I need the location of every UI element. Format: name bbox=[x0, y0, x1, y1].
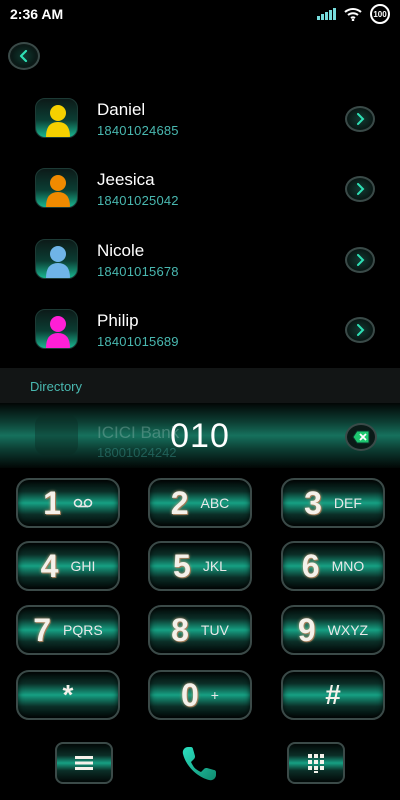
back-icon bbox=[19, 50, 28, 62]
menu-button[interactable] bbox=[55, 742, 113, 784]
key-2[interactable]: 2 ABC bbox=[148, 478, 252, 528]
key-letters: JKL bbox=[202, 558, 227, 574]
key-letters: ABC bbox=[200, 495, 230, 511]
chevron-right-icon bbox=[357, 254, 365, 266]
key-letters: TUV bbox=[200, 622, 229, 638]
contact-name: Nicole bbox=[97, 241, 145, 260]
key-4[interactable]: 4 GHI bbox=[16, 541, 120, 591]
contact-detail-button[interactable] bbox=[345, 317, 375, 343]
contact-name: Jeesica bbox=[97, 170, 155, 189]
key-letters: + bbox=[210, 687, 219, 703]
wifi-icon bbox=[344, 8, 362, 21]
key-digit: 0 bbox=[181, 676, 199, 713]
key-digit: 8 bbox=[171, 611, 189, 648]
key-7[interactable]: 7 PQRS bbox=[16, 605, 120, 655]
person-icon bbox=[46, 316, 70, 348]
key-hash[interactable]: # bbox=[281, 670, 385, 720]
key-letters: PQRS bbox=[63, 622, 103, 638]
key-6[interactable]: 6 MNO bbox=[281, 541, 385, 591]
voicemail-icon bbox=[73, 498, 93, 508]
key-letters: GHI bbox=[70, 558, 96, 574]
status-bar: 2:36 AM 100 bbox=[0, 0, 400, 28]
contact-name: Daniel bbox=[97, 100, 146, 119]
key-9[interactable]: 9 WXYZ bbox=[281, 605, 385, 655]
key-digit: 9 bbox=[297, 611, 316, 648]
call-button[interactable] bbox=[175, 740, 223, 788]
key-0[interactable]: 0 + bbox=[148, 670, 252, 720]
person-icon bbox=[46, 175, 70, 207]
contact-number: 18401025042 bbox=[97, 193, 179, 208]
key-digit: 3 bbox=[304, 484, 322, 521]
key-letters: MNO bbox=[331, 558, 365, 574]
signal-icon bbox=[317, 8, 336, 20]
contact-item[interactable]: Jeesica 18401025042 bbox=[0, 168, 400, 238]
key-3[interactable]: 3 DEF bbox=[281, 478, 385, 528]
directory-label: Directory bbox=[30, 379, 83, 394]
key-letters: WXYZ bbox=[327, 622, 369, 638]
key-digit: 2 bbox=[170, 484, 189, 521]
avatar bbox=[35, 239, 78, 279]
phone-icon bbox=[182, 747, 216, 781]
dialpad-toggle-button[interactable] bbox=[287, 742, 345, 784]
chevron-right-icon bbox=[357, 183, 365, 195]
key-digit: * bbox=[62, 679, 74, 710]
key-digit: 7 bbox=[33, 611, 52, 648]
key-star[interactable]: * bbox=[16, 670, 120, 720]
contact-detail-button[interactable] bbox=[345, 176, 375, 202]
person-icon bbox=[46, 105, 70, 137]
contact-number: 18401015689 bbox=[97, 334, 179, 349]
contact-number: 18401024685 bbox=[97, 123, 179, 138]
key-8[interactable]: 8 TUV bbox=[148, 605, 252, 655]
avatar bbox=[35, 309, 78, 349]
avatar bbox=[35, 168, 78, 208]
avatar bbox=[35, 98, 78, 138]
key-digit: 4 bbox=[40, 547, 59, 584]
dialpad-icon bbox=[308, 754, 324, 773]
key-digit: 1 bbox=[43, 484, 61, 521]
back-button[interactable] bbox=[8, 42, 40, 70]
contact-number: 18401015678 bbox=[97, 264, 179, 279]
backspace-icon bbox=[352, 430, 370, 444]
key-5[interactable]: 5 JKL bbox=[148, 541, 252, 591]
key-letters: DEF bbox=[333, 495, 362, 511]
backspace-button[interactable] bbox=[345, 423, 377, 451]
battery-icon: 100 bbox=[370, 4, 390, 24]
key-1[interactable]: 1 bbox=[16, 478, 120, 528]
contact-item[interactable]: Daniel 18401024685 bbox=[0, 98, 400, 168]
menu-icon bbox=[75, 756, 93, 770]
key-digit: 6 bbox=[301, 547, 320, 584]
contact-detail-button[interactable] bbox=[345, 247, 375, 273]
chevron-right-icon bbox=[357, 113, 365, 125]
key-digit: 5 bbox=[173, 547, 191, 584]
directory-header: Directory bbox=[0, 368, 400, 403]
dial-display: ICICI Bank 18001024242 010 bbox=[0, 403, 400, 468]
key-digit: # bbox=[325, 679, 341, 710]
contact-item[interactable]: Nicole 18401015678 bbox=[0, 239, 400, 309]
dialed-number: 010 bbox=[170, 417, 230, 455]
status-icons: 100 bbox=[317, 4, 390, 24]
contact-detail-button[interactable] bbox=[345, 106, 375, 132]
chevron-right-icon bbox=[357, 324, 365, 336]
status-time: 2:36 AM bbox=[10, 6, 64, 22]
contact-name: Philip bbox=[97, 311, 139, 330]
person-icon bbox=[46, 246, 70, 278]
